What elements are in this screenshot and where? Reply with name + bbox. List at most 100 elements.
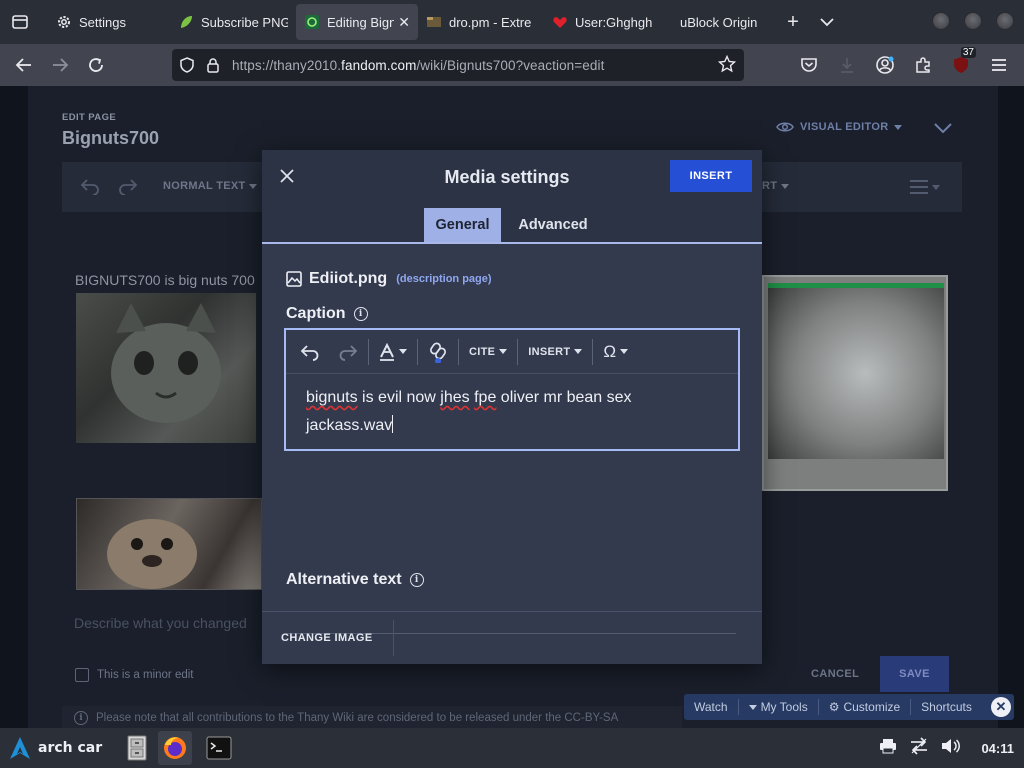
redo-button[interactable] [332,337,364,367]
account-button[interactable] [868,49,902,81]
undo-button[interactable] [294,337,326,367]
undo-icon[interactable] [80,177,100,195]
reload-button[interactable] [78,49,114,81]
tab-ublock[interactable]: uBlock Origin [672,4,772,40]
visual-editor-toggle[interactable]: VISUAL EDITOR [776,121,903,133]
special-character-dropdown[interactable]: Ω [597,337,634,367]
pocket-button[interactable] [792,49,826,81]
arrow-left-icon [15,58,31,72]
clock: 04:11 [981,740,1014,756]
text-style-dropdown[interactable] [373,337,413,367]
hamburger-menu-icon [992,59,1006,71]
cancel-button[interactable]: CANCEL [811,668,859,680]
dialog-header: Media settings INSERT [262,150,762,206]
printer-icon[interactable] [879,738,897,759]
shield-icon[interactable] [174,57,200,73]
bookmark-star-icon[interactable] [717,54,737,78]
caret-down-icon [574,349,583,354]
fandom-icon [304,14,320,30]
shortcuts-button[interactable]: Shortcuts [911,700,982,714]
ublock-button[interactable]: 37 [944,47,978,81]
app-menu-button[interactable] [982,49,1016,81]
edit-summary-input[interactable]: Describe what you changed [74,615,247,631]
change-image-button[interactable]: CHANGE IMAGE [281,632,373,644]
save-button[interactable]: SAVE [880,656,949,692]
network-icon[interactable] [909,736,929,760]
omega-icon: Ω [603,341,617,361]
minor-edit-checkbox[interactable]: This is a minor edit [75,668,194,682]
file-manager-task[interactable] [120,731,154,765]
puzzle-icon [916,57,930,73]
tab-label: Subscribe PNG [201,14,288,30]
list-tabs-button[interactable] [810,5,844,39]
new-tab-button[interactable]: + [776,5,810,39]
volume-icon[interactable] [941,738,961,759]
eye-icon [776,122,794,132]
info-icon[interactable]: i [409,573,424,587]
watch-button[interactable]: Watch [684,700,738,714]
caption-text-segment: oliver mr bean sex [496,389,632,406]
tab-subscribe-png[interactable]: Subscribe PNG [170,4,296,40]
gear-icon: ⚙ [828,700,840,714]
fandom-tools-bar: Watch My Tools ⚙ Customize Shortcuts ✕ [684,694,1014,720]
firefox-task[interactable] [158,731,192,765]
tab-overview-button[interactable] [0,0,40,44]
close-window-button[interactable] [996,12,1014,30]
article-image-otter [76,498,262,590]
collapse-chevron-icon[interactable] [933,118,953,139]
caption-text[interactable]: bignuts is evil now jhes fpe oliver mr b… [306,384,726,440]
tab-label: Editing Bign [327,14,395,30]
divider [458,338,459,365]
tab-advanced[interactable]: Advanced [510,208,596,242]
caret-down-icon [399,349,407,354]
tab-label: User:Ghghgh [575,14,653,30]
extensions-button[interactable] [906,49,940,81]
arrow-right-icon [53,58,69,72]
close-tab-icon[interactable]: ✕ [398,14,410,31]
forward-button[interactable] [42,49,78,81]
checkbox-box[interactable] [75,668,89,682]
tab-general[interactable]: General [424,208,501,242]
file-name: Ediiot.png [309,270,388,287]
caret-down-icon [620,349,629,354]
toolbar-partial-dropdown[interactable]: RT [762,180,789,192]
start-menu-button[interactable]: arch car [0,736,106,760]
divider [517,338,519,365]
dialog-body: Ediiot.png (description page) Caption i [262,244,762,634]
address-bar[interactable]: https://thany2010.fandom.com/wiki/Bignut… [172,49,744,81]
link-button[interactable] [422,337,454,367]
caption-text-segment: jackass.wav [306,417,393,434]
insert-button[interactable]: INSERT [670,160,752,192]
back-button[interactable] [6,49,42,81]
tab-label: uBlock Origin [680,14,758,30]
chevron-down-icon [820,18,834,27]
tab-dro-pm[interactable]: dro.pm - Extre [418,4,544,40]
minimize-button[interactable] [932,12,950,30]
tab-user-page[interactable]: User:Ghghgh [544,4,672,40]
paragraph-format-dropdown[interactable]: NORMAL TEXT [163,180,257,192]
caption-editor[interactable]: CITE INSERT Ω bignuts is evil now jhes f… [284,328,740,451]
folder-icon [426,14,442,30]
media-settings-dialog: Media settings INSERT General Advanced E… [262,150,762,664]
maximize-button[interactable] [964,12,982,30]
caret-down-icon [894,124,903,130]
tab-editing-bignuts[interactable]: Editing Bign ✕ [296,4,418,40]
insert-dropdown[interactable]: INSERT [522,337,588,367]
my-tools-button[interactable]: My Tools [739,700,818,714]
article-image-sketch [762,275,948,491]
page-options-menu-icon[interactable] [910,179,940,195]
redo-icon[interactable] [118,177,138,195]
downloads-button[interactable] [830,49,864,81]
alternative-text-label: Alternative text i [286,571,424,589]
tab-settings[interactable]: Settings [48,4,170,40]
article-text: BIGNUTS700 is big nuts 700 [75,272,255,288]
description-page-link[interactable]: (description page) [396,273,491,285]
terminal-task[interactable] [202,731,236,765]
license-text: Please note that all contributions to th… [96,712,619,724]
info-icon[interactable]: i [353,307,368,321]
close-tools-icon[interactable]: ✕ [991,697,1011,717]
window-controls [932,12,1014,30]
customize-button[interactable]: ⚙ Customize [819,700,910,714]
cite-dropdown[interactable]: CITE [463,337,513,367]
lock-icon[interactable] [200,57,226,73]
